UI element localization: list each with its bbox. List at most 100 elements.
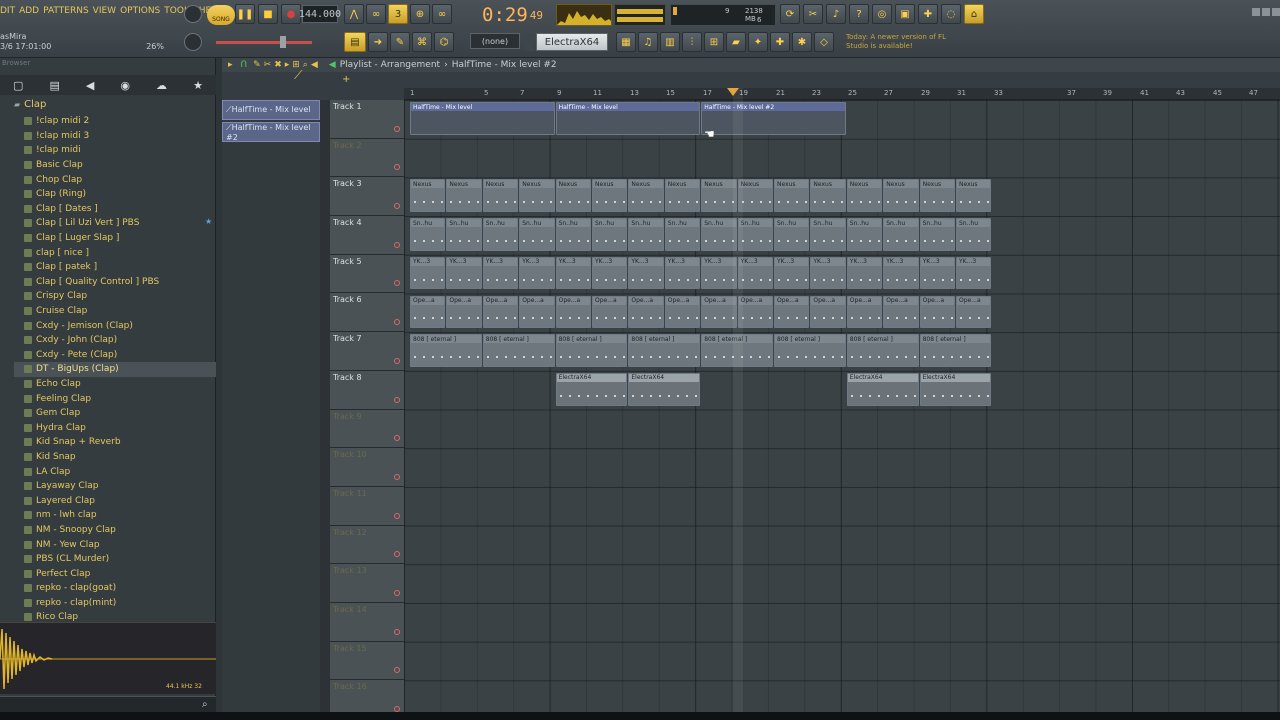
metronome-button[interactable]: ⋀: [344, 4, 364, 24]
mute-indicator-icon[interactable]: [394, 125, 400, 132]
mute-indicator-icon[interactable]: [394, 164, 400, 171]
folder-clap[interactable]: ▰ Clap: [14, 99, 46, 110]
typing-keyboard-button[interactable]: ⌬: [434, 32, 454, 52]
menu-item-options[interactable]: OPTIONS: [120, 6, 160, 16]
pat-clip[interactable]: Ope...a: [810, 295, 846, 329]
browser-file-item[interactable]: Cxdy - Pete (Clap): [24, 348, 216, 363]
track-header[interactable]: Track 15: [330, 641, 404, 681]
tempo-display[interactable]: 144.000: [299, 5, 341, 23]
browser-file-item[interactable]: Clap [ Lil Uzi Vert ] PBS: [24, 216, 216, 231]
browser-file-item[interactable]: Echo Clap: [24, 377, 216, 392]
pat-clip[interactable]: YK...3: [701, 256, 737, 290]
pat-clip[interactable]: YK...3: [410, 256, 446, 290]
project-browser-button[interactable]: ▰: [726, 32, 746, 52]
pat-clip[interactable]: Sn..hu: [628, 218, 664, 251]
auto-clip[interactable]: HalfTime - Mix level: [555, 102, 701, 135]
file-icon[interactable]: ▤: [49, 79, 59, 92]
pat-clip[interactable]: 808 [ eternal ]: [555, 334, 628, 367]
track-header[interactable]: Track 14: [330, 602, 404, 642]
template-button[interactable]: ◇: [814, 32, 834, 52]
playlist-button[interactable]: ▤: [344, 32, 366, 52]
macro-button[interactable]: ✱: [792, 32, 812, 52]
pat-clip[interactable]: Sn..hu: [519, 218, 555, 251]
zoom-icon[interactable]: ⟋: [294, 68, 302, 83]
home-button[interactable]: ⌂: [964, 4, 984, 24]
track-header[interactable]: Track 12: [330, 525, 404, 565]
chat-button[interactable]: ◌: [941, 4, 961, 24]
master-pitch-knob[interactable]: [184, 33, 202, 51]
track-header[interactable]: Track 9: [330, 409, 404, 449]
browser-file-item[interactable]: Layered Clap: [24, 493, 216, 508]
browser-file-item[interactable]: !clap midi 3: [24, 129, 216, 144]
pat-clip[interactable]: Sn..hu: [810, 218, 846, 251]
channel-rack-button[interactable]: ▥: [660, 32, 680, 52]
browser-file-item[interactable]: repko - clap(mint): [24, 596, 216, 611]
tempo-tapper-button[interactable]: ✦: [748, 32, 768, 52]
pat-clip[interactable]: Ope...a: [701, 295, 737, 329]
stop-button[interactable]: ■: [258, 4, 278, 24]
browser-file-item[interactable]: Crispy Clap: [24, 289, 216, 304]
track-header[interactable]: Track 7: [330, 332, 404, 371]
mute-indicator-icon[interactable]: [394, 357, 400, 364]
pat-clip[interactable]: Nexus: [883, 179, 919, 213]
pat-clip[interactable]: Ope...a: [519, 295, 555, 329]
track-header[interactable]: Track 5: [330, 254, 404, 294]
pat-clip[interactable]: YK...3: [810, 256, 846, 290]
auto-clip[interactable]: HalfTime - Mix level #2: [701, 102, 846, 135]
audio-clip[interactable]: ElectraX64: [555, 372, 628, 406]
mute-indicator-icon[interactable]: [394, 396, 400, 403]
pat-clip[interactable]: Nexus: [555, 179, 591, 213]
pat-clip[interactable]: 808 [ eternal ]: [846, 334, 919, 367]
song-pattern-toggle[interactable]: SONG: [207, 5, 235, 25]
pat-clip[interactable]: 808 [ eternal ]: [774, 334, 846, 367]
browser-file-item[interactable]: !clap midi 2: [24, 114, 216, 129]
tool-icons[interactable]: ✎✂✖▸⊞⌕◀: [253, 60, 321, 70]
help-button[interactable]: ?: [849, 4, 869, 24]
pat-clip[interactable]: YK...3: [592, 256, 628, 290]
pat-clip[interactable]: Sn..hu: [919, 218, 955, 251]
pat-clip[interactable]: YK...3: [555, 256, 591, 290]
pat-clip[interactable]: Ope...a: [482, 295, 519, 329]
track-header[interactable]: Track 13: [330, 564, 404, 603]
timeline-ruler[interactable]: 1 5 7 9 11 13 15 17 19 21 23 25 27 29 31 33 37 39 41 43 45 47: [404, 88, 1280, 100]
pat-clip[interactable]: Sn..hu: [701, 218, 737, 251]
menu-item-view[interactable]: VIEW: [93, 6, 116, 16]
pat-clip[interactable]: Ope...a: [555, 295, 591, 329]
track-header[interactable]: Track 10: [330, 448, 404, 487]
mute-indicator-icon[interactable]: [394, 551, 400, 558]
pat-clip[interactable]: YK...3: [846, 256, 883, 290]
browser-file-item[interactable]: Clap (Ring): [24, 187, 216, 202]
mute-indicator-icon[interactable]: [394, 667, 400, 674]
maximize-icon[interactable]: [1262, 8, 1270, 16]
pat-clip[interactable]: 808 [ eternal ]: [410, 334, 482, 367]
magnet-icon[interactable]: Ո: [241, 60, 248, 70]
pat-clip[interactable]: Nexus: [846, 179, 883, 213]
track-header[interactable]: Track 1: [330, 100, 404, 139]
pat-clip[interactable]: Ope...a: [774, 295, 810, 329]
pat-clip[interactable]: Ope...a: [446, 295, 482, 329]
mixer-button[interactable]: ⫶: [682, 32, 702, 52]
mute-indicator-icon[interactable]: [394, 241, 400, 248]
piano-roll-button[interactable]: ♫: [638, 32, 658, 52]
mute-indicator-icon[interactable]: [394, 473, 400, 480]
slider-handle[interactable]: [280, 36, 286, 48]
pat-clip[interactable]: Nexus: [956, 179, 992, 213]
pat-clip[interactable]: Ope...a: [664, 295, 701, 329]
mute-indicator-icon[interactable]: [394, 435, 400, 442]
menu-item-add[interactable]: ADD: [19, 6, 39, 16]
browser-file-item[interactable]: Layaway Clap: [24, 479, 216, 494]
back-icon[interactable]: ▢: [13, 79, 23, 92]
paint-tool-button[interactable]: ⌘: [412, 32, 432, 52]
loop-record-button[interactable]: ∞: [432, 4, 452, 24]
pat-clip[interactable]: Ope...a: [846, 295, 883, 329]
audio-clip[interactable]: ElectraX64: [919, 372, 992, 406]
browser-file-item[interactable]: Basic Clap: [24, 158, 216, 173]
close-icon[interactable]: [1272, 8, 1280, 16]
pat-clip[interactable]: Nexus: [410, 179, 446, 213]
mic-button[interactable]: ♪: [826, 4, 846, 24]
picker-item[interactable]: ⟋HalfTime - Mix level: [222, 100, 320, 120]
pat-clip[interactable]: Sn..hu: [482, 218, 519, 251]
play-button[interactable]: ❚❚: [235, 4, 255, 24]
browser-file-item[interactable]: LA Clap: [24, 464, 216, 479]
plugin-picker-button[interactable]: ⊞: [704, 32, 724, 52]
